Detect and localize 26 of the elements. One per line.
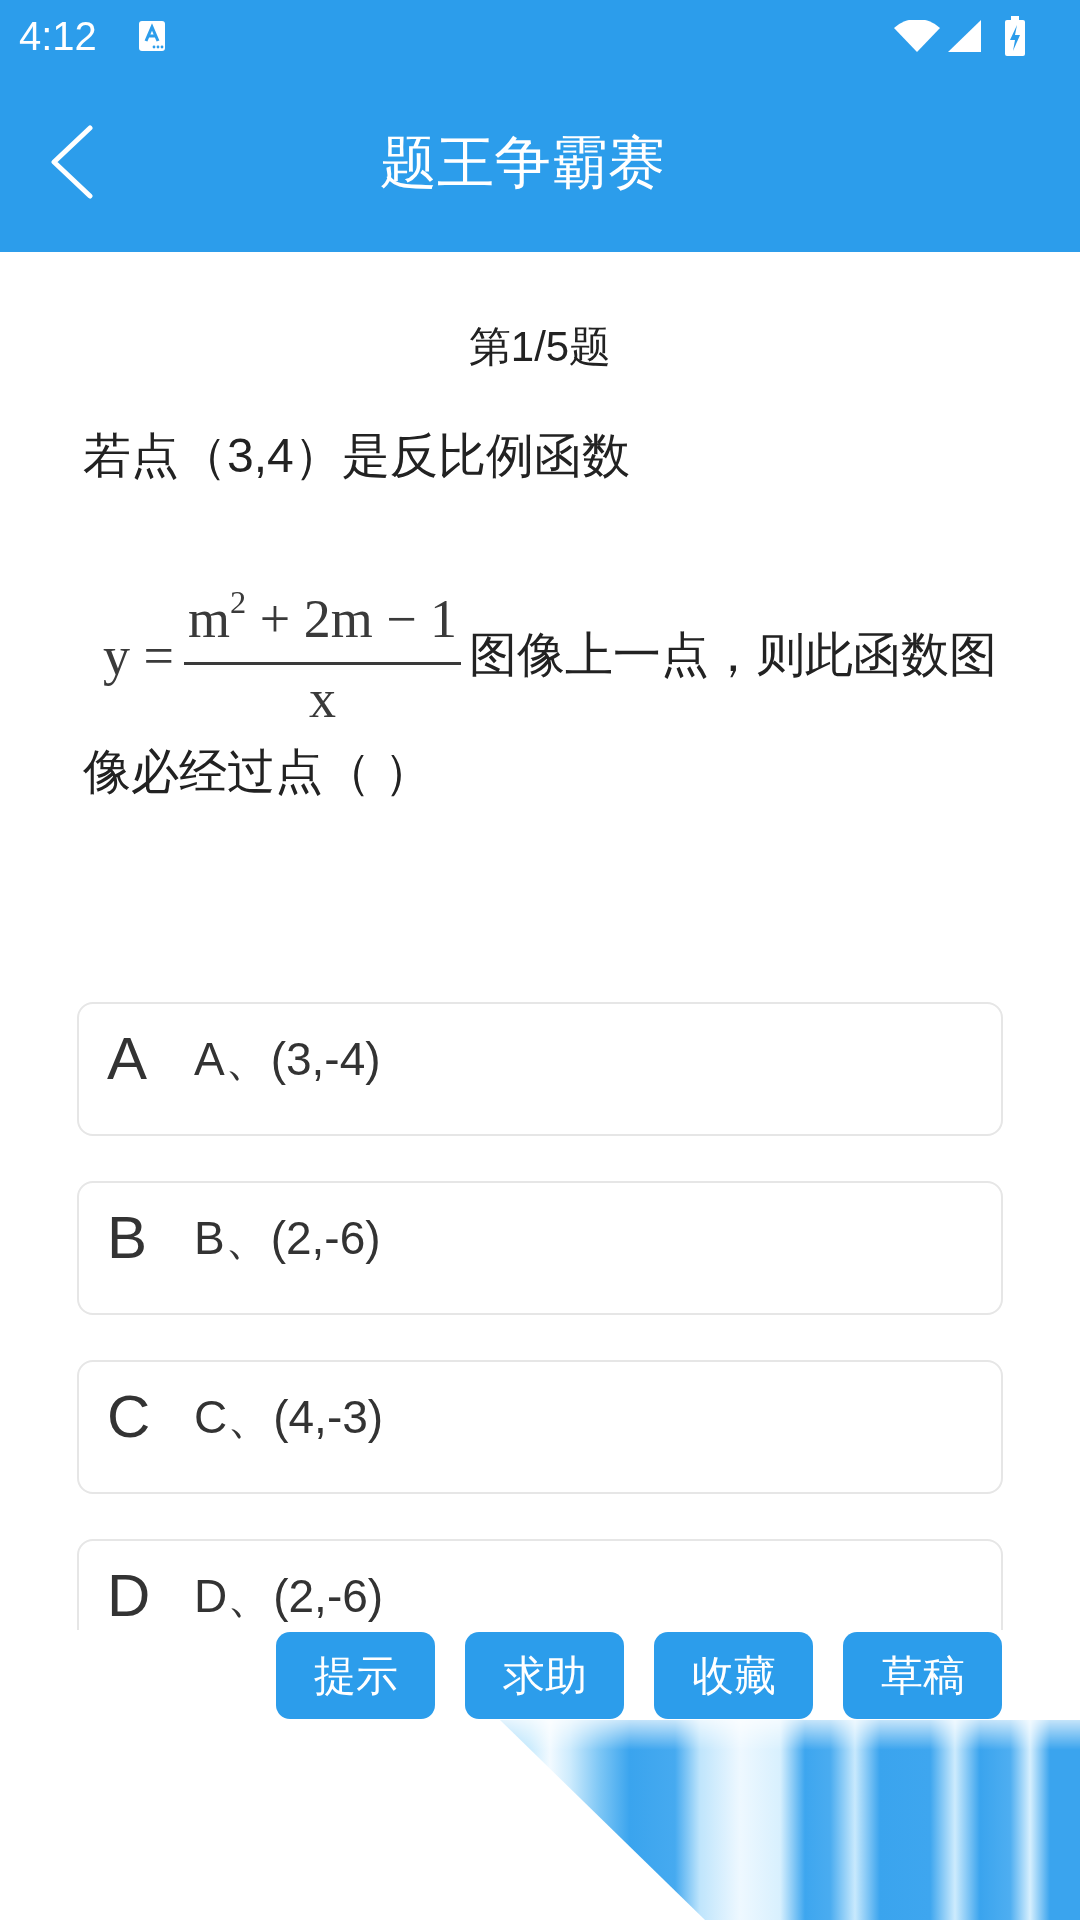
question-text: 像必经过点（ ）: [83, 744, 434, 800]
option-card[interactable]: B B、(2,-6): [77, 1181, 1003, 1315]
question-text: 若点（3,4）是反比例函数: [83, 428, 631, 484]
option-card[interactable]: C C、(4,-3): [77, 1360, 1003, 1494]
option-text: B、(2,-6): [194, 1211, 381, 1266]
formula-numerator: m$^{2}$ + 2m − 1: [186, 588, 459, 650]
wifi-icon: [894, 20, 940, 52]
option-letter: D: [107, 1564, 152, 1628]
app-notification-icon: [138, 21, 165, 51]
option-card[interactable]: D D、(2,-6): [77, 1539, 1003, 1630]
back-icon[interactable]: [50, 125, 94, 199]
option-letter: C: [107, 1385, 152, 1449]
question-counter: 第1/5题: [467, 322, 613, 372]
option-letter: B: [107, 1206, 149, 1270]
option-text: C、(4,-3): [194, 1390, 384, 1445]
option-card[interactable]: A A、(3,-4): [77, 1002, 1003, 1136]
signal-icon: [948, 20, 981, 52]
status-time: 4:12: [19, 13, 97, 60]
formula-denominator: x: [309, 668, 337, 730]
option-letter: A: [107, 1027, 149, 1091]
battery-charging-icon: [1005, 16, 1025, 56]
question-text: 图像上一点，则此函数图: [469, 627, 998, 683]
option-text: A、(3,-4): [194, 1032, 381, 1087]
toolbar-title: 题王争霸赛: [379, 129, 665, 196]
option-text: D、(2,-6): [194, 1569, 384, 1624]
formula-lhs: y =: [103, 625, 174, 687]
